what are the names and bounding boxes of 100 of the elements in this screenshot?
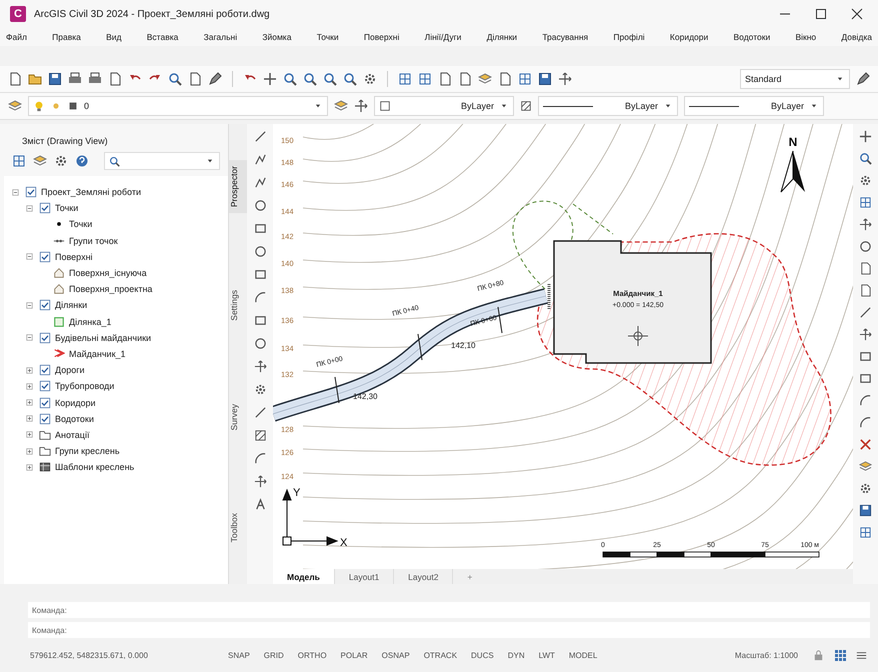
grid-icon[interactable] [859, 196, 872, 209]
status-toggle[interactable]: GRID [264, 650, 284, 660]
checkbox[interactable] [39, 299, 51, 312]
zoom-icon[interactable] [343, 72, 357, 86]
side-tab[interactable]: Prospector [229, 160, 247, 213]
style-dropdown[interactable]: Standard [740, 69, 850, 89]
rectangle-icon[interactable] [859, 350, 872, 363]
expand-icon[interactable] [24, 462, 35, 473]
menu-item[interactable]: Ділянки [486, 32, 518, 42]
tree-item[interactable]: Дороги [55, 365, 85, 376]
circle-icon[interactable] [254, 337, 266, 350]
layout-tab[interactable]: Модель [273, 569, 335, 584]
move-icon[interactable] [254, 475, 266, 488]
tree-item[interactable]: Поверхня_існуюча [69, 268, 147, 278]
grid-icon[interactable] [518, 72, 532, 86]
circle-icon[interactable] [254, 245, 266, 258]
grid-icon[interactable] [833, 648, 847, 662]
folder-icon[interactable] [28, 72, 42, 86]
tree-item[interactable]: Поверхня_проектна [69, 284, 152, 294]
polygon-icon[interactable] [254, 176, 266, 189]
checkbox[interactable] [39, 380, 51, 392]
gear-icon[interactable] [859, 482, 872, 495]
menu-item[interactable]: Трасування [542, 32, 588, 42]
linetype-dropdown[interactable]: ByLayer [538, 96, 678, 116]
save-icon[interactable] [48, 72, 62, 86]
rectangle-icon[interactable] [254, 268, 266, 281]
color-dropdown[interactable]: ByLayer [374, 96, 514, 116]
menu-item[interactable]: Поверхні [364, 32, 400, 42]
expand-icon[interactable] [24, 413, 35, 424]
tree-item[interactable]: Точки [55, 203, 78, 214]
command-input[interactable]: Команда: [28, 622, 870, 638]
status-toggle[interactable]: ORTHO [298, 650, 327, 660]
scale-readout[interactable]: Масштаб: 1:1000 [734, 650, 798, 660]
side-tab[interactable]: Toolbox [229, 507, 247, 548]
arc-icon[interactable] [254, 452, 266, 465]
tree-item[interactable]: Проект_Земляні роботи [41, 187, 141, 198]
tree-item[interactable]: Майданчик_1 [69, 348, 126, 359]
gear-icon[interactable] [54, 154, 68, 168]
move-icon[interactable] [558, 72, 572, 86]
expand-icon[interactable] [24, 397, 35, 408]
checkbox[interactable] [39, 364, 51, 376]
zoom-icon[interactable] [168, 72, 182, 86]
status-toggle[interactable]: MODEL [568, 650, 598, 660]
arc-icon[interactable] [859, 416, 872, 429]
pencil-icon[interactable] [208, 72, 222, 86]
grid-icon[interactable] [859, 526, 872, 539]
layer-dropdown[interactable]: 0 [28, 96, 328, 116]
layout-tab[interactable]: Layout1 [334, 569, 394, 584]
menu-item[interactable]: Зйомка [262, 32, 292, 42]
page-icon[interactable] [498, 72, 512, 86]
menu-item[interactable]: Точки [316, 32, 339, 42]
lineweight-dropdown[interactable]: ByLayer [684, 96, 824, 116]
collapse-icon[interactable] [24, 202, 35, 214]
menu-item[interactable]: Загальні [204, 32, 238, 42]
circle-icon[interactable] [254, 199, 266, 212]
rectangle-icon[interactable] [254, 314, 266, 327]
hatch-icon[interactable] [254, 429, 266, 442]
grid-icon[interactable] [398, 72, 412, 86]
checkbox[interactable] [39, 202, 51, 214]
status-toggle[interactable]: DUCS [471, 650, 494, 660]
collapse-icon[interactable] [24, 332, 35, 344]
maximize-icon[interactable] [814, 7, 828, 21]
menu-item[interactable]: Вікно [795, 32, 816, 42]
menu-item[interactable]: Коридори [670, 32, 708, 42]
menu-item[interactable]: Файл [6, 32, 27, 42]
print-icon[interactable] [68, 72, 82, 86]
line-icon[interactable] [254, 130, 266, 143]
expand-icon[interactable] [24, 429, 35, 440]
arc-icon[interactable] [859, 394, 872, 407]
status-toggle[interactable]: OTRACK [424, 650, 458, 660]
checkbox[interactable] [39, 332, 51, 344]
checkbox[interactable] [39, 412, 51, 425]
collapse-icon[interactable] [24, 251, 35, 262]
zoom-icon[interactable] [283, 72, 297, 86]
zoom-icon[interactable] [303, 72, 317, 86]
page-icon[interactable] [458, 72, 472, 86]
save-icon[interactable] [538, 72, 552, 86]
tree-item[interactable]: Групи креслень [55, 446, 120, 456]
new-file-icon[interactable] [8, 72, 22, 86]
search-field[interactable] [104, 152, 220, 170]
grid-icon[interactable] [12, 154, 26, 168]
status-toggle[interactable]: POLAR [340, 650, 368, 660]
close-icon[interactable] [850, 7, 864, 21]
rectangle-icon[interactable] [254, 222, 266, 235]
checkbox[interactable] [39, 396, 51, 409]
cross-icon[interactable] [859, 438, 872, 451]
tree-item[interactable]: Водотоки [55, 414, 94, 424]
menu-item[interactable]: Вставка [146, 32, 178, 42]
tree-item[interactable]: Групи точок [69, 236, 118, 246]
tree-item[interactable]: Ділянка_1 [69, 316, 112, 327]
menu-item[interactable]: Лінії/Дуги [424, 32, 462, 42]
expand-icon[interactable] [24, 446, 35, 457]
layout-tab[interactable]: Layout2 [394, 569, 454, 584]
menu-item[interactable]: Профілі [613, 32, 645, 42]
gear-icon[interactable] [859, 174, 872, 187]
layers-icon[interactable] [8, 99, 22, 113]
status-toggle[interactable]: DYN [508, 650, 525, 660]
checkbox[interactable] [25, 186, 37, 198]
expand-icon[interactable] [24, 364, 35, 376]
layers-icon[interactable] [33, 154, 47, 168]
